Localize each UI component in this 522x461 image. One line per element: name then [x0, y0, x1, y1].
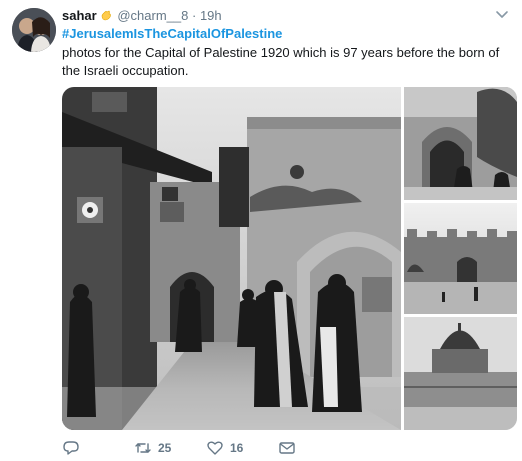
- city-wall-photo[interactable]: [404, 203, 517, 314]
- retweet-icon: [134, 439, 152, 457]
- gate-photo[interactable]: [404, 87, 517, 200]
- timestamp[interactable]: 19h: [200, 8, 222, 23]
- retweet-count: 25: [158, 441, 172, 455]
- street-scene-photo[interactable]: [62, 87, 401, 430]
- tweet-card[interactable]: sahar @charm__8 · 19h #JerusalemIsTheCap…: [0, 0, 522, 461]
- hand-wave-emoji: [100, 9, 112, 21]
- like-count: 16: [230, 441, 244, 455]
- tweet-actions: 25 16: [62, 438, 362, 458]
- display-name[interactable]: sahar: [62, 8, 97, 23]
- direct-message-button[interactable]: [278, 438, 296, 458]
- retweet-button[interactable]: 25: [134, 438, 171, 458]
- reply-button[interactable]: [62, 438, 80, 458]
- like-button[interactable]: 16: [206, 438, 243, 458]
- tweet-text: photos for the Capital of Palestine 1920…: [62, 45, 500, 78]
- reply-icon: [62, 439, 80, 457]
- envelope-icon: [278, 439, 296, 457]
- hashtag-link[interactable]: #JerusalemIsTheCapitalOfPalestine: [62, 26, 282, 41]
- user-handle[interactable]: @charm__8: [117, 8, 188, 23]
- dome-of-the-rock-photo[interactable]: [404, 317, 517, 430]
- heart-icon: [206, 439, 224, 457]
- media-grid: [62, 87, 517, 430]
- separator-dot: ·: [191, 8, 197, 23]
- tweet-header: sahar @charm__8 · 19h: [62, 8, 222, 24]
- chevron-down-icon[interactable]: [494, 6, 510, 22]
- avatar[interactable]: [12, 8, 56, 52]
